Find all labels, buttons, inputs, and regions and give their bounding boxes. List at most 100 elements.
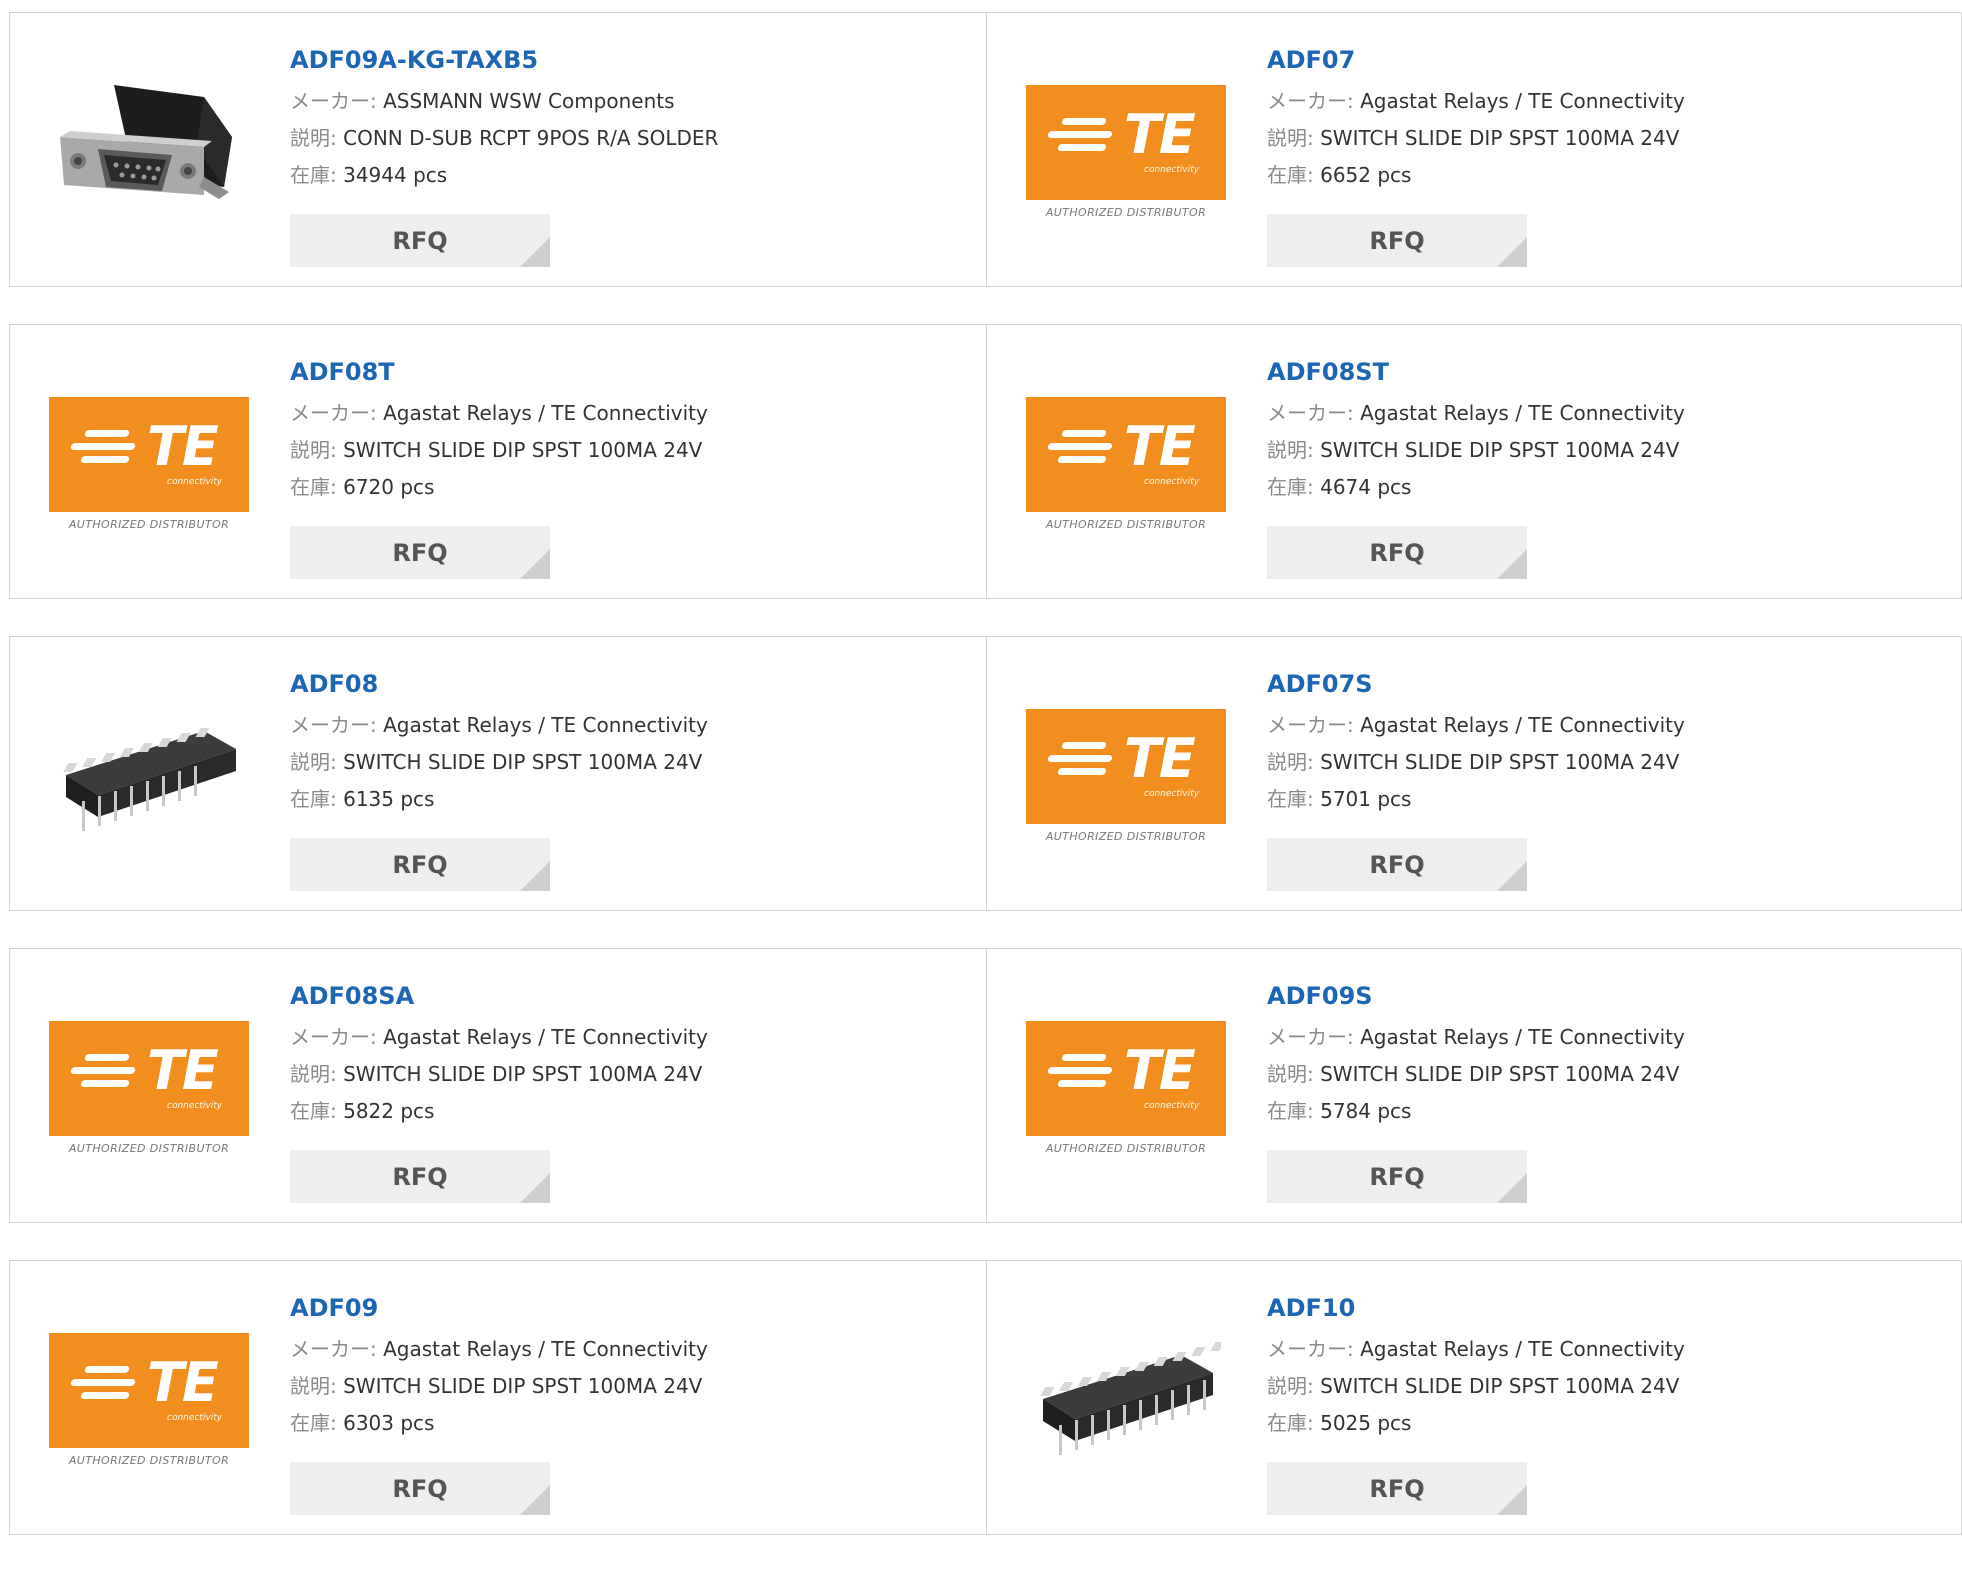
- product-thumbnail[interactable]: [49, 52, 249, 252]
- stock-value: 5784 pcs: [1320, 1099, 1412, 1123]
- te-bars-icon: [70, 1365, 136, 1400]
- description-label: 説明:: [290, 1062, 337, 1086]
- maker-value: Agastat Relays / TE Connectivity: [383, 1025, 708, 1049]
- rfq-button[interactable]: RFQ: [1267, 526, 1527, 579]
- corner-triangle-icon: [1497, 237, 1527, 267]
- stock-line: 在庫: 5701 pcs: [1267, 781, 1685, 818]
- maker-label: メーカー:: [1267, 1337, 1354, 1361]
- description-label: 説明:: [290, 750, 337, 774]
- te-letters: TE: [1124, 726, 1196, 790]
- rfq-button[interactable]: RFQ: [290, 838, 550, 891]
- part-number-link[interactable]: ADF09S: [1267, 979, 1685, 1019]
- rfq-button[interactable]: RFQ: [1267, 1150, 1527, 1203]
- te-sub-label: connectivity: [1144, 476, 1200, 487]
- rfq-button[interactable]: RFQ: [290, 214, 550, 267]
- product-info: ADF09 メーカー: Agastat Relays / TE Connecti…: [290, 1291, 708, 1442]
- rfq-button[interactable]: RFQ: [1267, 214, 1527, 267]
- rfq-button[interactable]: RFQ: [290, 1150, 550, 1203]
- stock-value: 5701 pcs: [1320, 787, 1412, 811]
- product-card: TE connectivity AUTHORIZED DISTRIBUTOR ADF…: [987, 636, 1962, 911]
- part-number-link[interactable]: ADF08: [290, 667, 708, 707]
- rfq-button[interactable]: RFQ: [290, 1462, 550, 1515]
- description-value: CONN D-SUB RCPT 9POS R/A SOLDER: [343, 126, 719, 150]
- product-info: ADF09S メーカー: Agastat Relays / TE Connect…: [1267, 979, 1685, 1130]
- product-thumbnail[interactable]: TE connectivity AUTHORIZED DISTRIBUTOR: [49, 988, 249, 1188]
- description-label: 説明:: [290, 438, 337, 462]
- product-thumbnail[interactable]: TE connectivity AUTHORIZED DISTRIBUTOR: [1026, 988, 1226, 1188]
- part-number-link[interactable]: ADF08SA: [290, 979, 708, 1019]
- product-thumbnail[interactable]: [1026, 1300, 1226, 1500]
- rfq-label: RFQ: [1369, 226, 1425, 255]
- product-card: TE connectivity AUTHORIZED DISTRIBUTOR ADF…: [987, 948, 1962, 1223]
- te-connectivity-logo: TE connectivity AUTHORIZED DISTRIBUTOR: [1026, 396, 1226, 532]
- product-thumbnail[interactable]: TE connectivity AUTHORIZED DISTRIBUTOR: [1026, 52, 1226, 252]
- description-value: SWITCH SLIDE DIP SPST 100MA 24V: [343, 750, 703, 774]
- description-line: 説明: SWITCH SLIDE DIP SPST 100MA 24V: [1267, 1056, 1685, 1093]
- rfq-label: RFQ: [392, 850, 448, 879]
- maker-value: Agastat Relays / TE Connectivity: [1360, 1025, 1685, 1049]
- maker-line: メーカー: Agastat Relays / TE Connectivity: [1267, 83, 1685, 120]
- maker-line: メーカー: ASSMANN WSW Components: [290, 83, 718, 120]
- te-connectivity-logo: TE connectivity AUTHORIZED DISTRIBUTOR: [49, 1332, 249, 1468]
- part-number-link[interactable]: ADF07: [1267, 43, 1685, 83]
- rfq-label: RFQ: [1369, 850, 1425, 879]
- te-letters: TE: [1124, 414, 1196, 478]
- maker-line: メーカー: Agastat Relays / TE Connectivity: [290, 1331, 708, 1368]
- te-sub-label: connectivity: [1144, 1100, 1200, 1111]
- maker-label: メーカー:: [290, 1025, 377, 1049]
- maker-label: メーカー:: [1267, 713, 1354, 737]
- product-card: TE connectivity AUTHORIZED DISTRIBUTOR ADF…: [9, 1260, 987, 1535]
- description-label: 説明:: [1267, 750, 1314, 774]
- rfq-button[interactable]: RFQ: [1267, 838, 1527, 891]
- description-label: 説明:: [1267, 126, 1314, 150]
- te-connectivity-logo: TE connectivity AUTHORIZED DISTRIBUTOR: [1026, 708, 1226, 844]
- product-thumbnail[interactable]: TE connectivity AUTHORIZED DISTRIBUTOR: [49, 1300, 249, 1500]
- te-logo-box: TE connectivity: [49, 1020, 249, 1136]
- product-thumbnail[interactable]: TE connectivity AUTHORIZED DISTRIBUTOR: [1026, 676, 1226, 876]
- product-thumbnail[interactable]: TE connectivity AUTHORIZED DISTRIBUTOR: [1026, 364, 1226, 564]
- corner-triangle-icon: [520, 1485, 550, 1515]
- dip-switch-photo: [1031, 1315, 1221, 1485]
- stock-value: 6720 pcs: [343, 475, 435, 499]
- corner-triangle-icon: [520, 549, 550, 579]
- maker-label: メーカー:: [290, 89, 377, 113]
- stock-label: 在庫:: [1267, 1099, 1314, 1123]
- corner-triangle-icon: [1497, 549, 1527, 579]
- part-number-link[interactable]: ADF07S: [1267, 667, 1685, 707]
- product-info: ADF08SA メーカー: Agastat Relays / TE Connec…: [290, 979, 708, 1130]
- part-number-link[interactable]: ADF08ST: [1267, 355, 1685, 395]
- stock-line: 在庫: 5025 pcs: [1267, 1405, 1685, 1442]
- product-thumbnail[interactable]: TE connectivity AUTHORIZED DISTRIBUTOR: [49, 364, 249, 564]
- part-number-link[interactable]: ADF08T: [290, 355, 708, 395]
- maker-value: Agastat Relays / TE Connectivity: [1360, 89, 1685, 113]
- product-thumbnail[interactable]: [49, 676, 249, 876]
- te-logo-box: TE connectivity: [49, 1332, 249, 1448]
- dsub-connector-photo: [54, 67, 244, 237]
- maker-line: メーカー: Agastat Relays / TE Connectivity: [290, 1019, 708, 1056]
- authorized-distributor-label: AUTHORIZED DISTRIBUTOR: [1045, 829, 1207, 843]
- part-number-link[interactable]: ADF09: [290, 1291, 708, 1331]
- maker-label: メーカー:: [290, 401, 377, 425]
- maker-line: メーカー: Agastat Relays / TE Connectivity: [1267, 707, 1685, 744]
- description-label: 説明:: [290, 1374, 337, 1398]
- te-letters: TE: [147, 1038, 219, 1102]
- authorized-distributor-label: AUTHORIZED DISTRIBUTOR: [1045, 517, 1207, 531]
- part-number-link[interactable]: ADF09A-KG-TAXB5: [290, 43, 718, 83]
- description-value: SWITCH SLIDE DIP SPST 100MA 24V: [1320, 1062, 1680, 1086]
- description-value: SWITCH SLIDE DIP SPST 100MA 24V: [343, 1374, 703, 1398]
- rfq-button[interactable]: RFQ: [1267, 1462, 1527, 1515]
- stock-label: 在庫:: [290, 163, 337, 187]
- part-number-link[interactable]: ADF10: [1267, 1291, 1685, 1331]
- authorized-distributor-label: AUTHORIZED DISTRIBUTOR: [68, 1141, 230, 1155]
- product-info: ADF08ST メーカー: Agastat Relays / TE Connec…: [1267, 355, 1685, 506]
- te-bars-icon: [1047, 429, 1113, 464]
- te-connectivity-logo: TE connectivity AUTHORIZED DISTRIBUTOR: [1026, 1020, 1226, 1156]
- product-info: ADF07S メーカー: Agastat Relays / TE Connect…: [1267, 667, 1685, 818]
- te-logo-box: TE connectivity: [1026, 84, 1226, 200]
- maker-value: Agastat Relays / TE Connectivity: [1360, 401, 1685, 425]
- stock-line: 在庫: 4674 pcs: [1267, 469, 1685, 506]
- rfq-button[interactable]: RFQ: [290, 526, 550, 579]
- stock-label: 在庫:: [1267, 163, 1314, 187]
- maker-line: メーカー: Agastat Relays / TE Connectivity: [1267, 395, 1685, 432]
- maker-line: メーカー: Agastat Relays / TE Connectivity: [290, 395, 708, 432]
